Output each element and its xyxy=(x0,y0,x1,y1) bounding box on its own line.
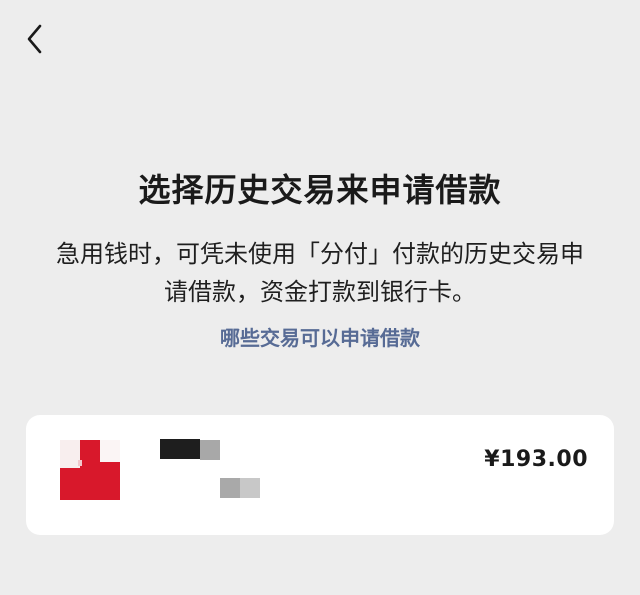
chevron-left-icon xyxy=(27,24,42,54)
back-button[interactable] xyxy=(20,22,50,56)
transaction-card[interactable]: ¥193.00 xyxy=(26,415,614,535)
merchant-name-redacted xyxy=(160,439,220,461)
transaction-amount: ¥193.00 xyxy=(484,447,588,472)
page-title: 选择历史交易来申请借款 xyxy=(138,171,502,209)
page-description: 急用钱时，可凭未使用「分付」付款的历史交易申请借款，资金打款到银行卡。 xyxy=(56,240,584,306)
merchant-logo-icon xyxy=(60,440,120,500)
merchant-detail-redacted xyxy=(220,478,260,500)
eligible-transactions-link[interactable]: 哪些交易可以申请借款 xyxy=(0,322,640,351)
